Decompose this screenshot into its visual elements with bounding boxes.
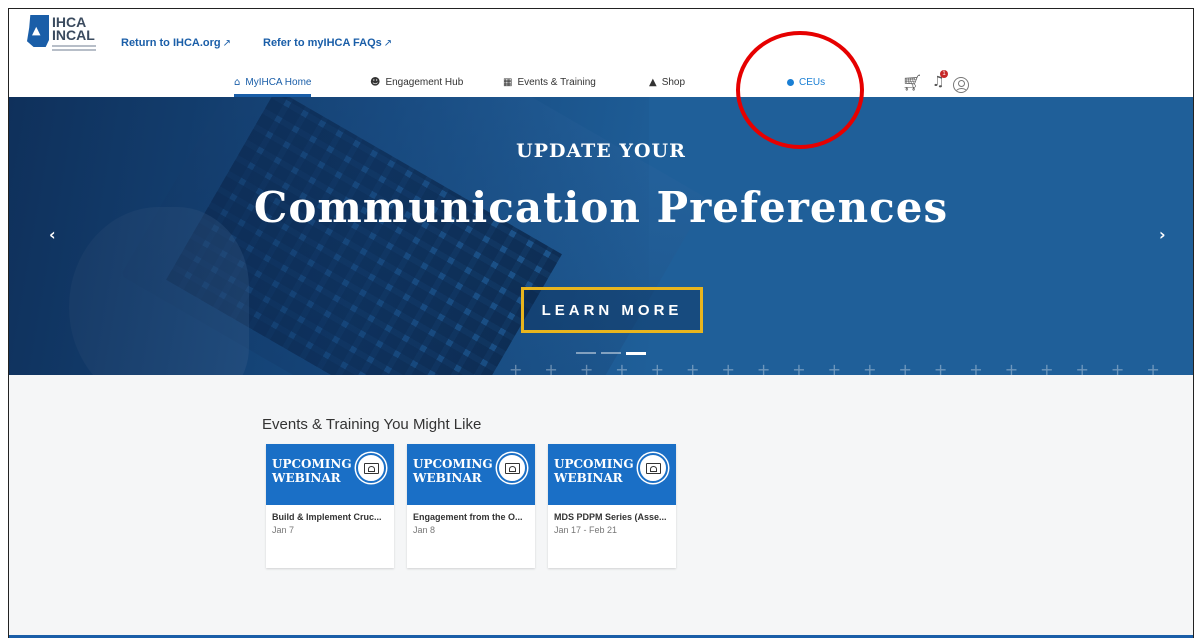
hero-subtitle: UPDATE YOUR (516, 140, 686, 162)
learn-more-button[interactable]: LEARN MORE (521, 287, 703, 333)
events-section: Events & Training You Might Like UPCOMIN… (9, 375, 1193, 638)
carousel-indicator[interactable] (601, 352, 621, 354)
nav-events-training[interactable]: ▦ Events & Training (503, 77, 596, 97)
account-button[interactable] (953, 77, 969, 93)
section-title: Events & Training You Might Like (262, 416, 482, 433)
nav-label: Shop (661, 77, 686, 88)
return-to-ihca-link[interactable]: Return to IHCA.org ↗ (121, 37, 231, 49)
nav-label: Events & Training (517, 77, 596, 88)
nav-label: Engagement Hub (385, 77, 464, 88)
webinar-banner: UPCOMING WEBINAR (266, 444, 394, 505)
banner-line-2: WEBINAR (413, 471, 482, 485)
user-avatar-icon (953, 77, 969, 93)
cart-icon[interactable]: 🛒︎ (902, 73, 922, 92)
logo-tagline (52, 45, 96, 53)
faqs-label: Refer to myIHCA FAQs (263, 37, 382, 49)
nav-label: MyIHCA Home (245, 77, 312, 88)
arrow-up-icon: ▲ (32, 24, 41, 37)
external-link-icon: ↗ (383, 38, 393, 49)
calendar-icon: ▦ (503, 77, 513, 88)
event-date: Jan 7 (272, 525, 295, 535)
banner-line-2: WEBINAR (554, 471, 623, 485)
home-icon: ⌂ (234, 77, 241, 88)
event-card[interactable]: UPCOMING WEBINAR MDS PDPM Series (Asse...… (548, 444, 676, 568)
notification-badge: 1 (940, 70, 948, 78)
webinar-monitor-icon (497, 453, 527, 483)
event-name: Engagement from the O... (413, 512, 523, 522)
browser-page: ▲ IHCA INCAL Return to IHCA.org ↗ Refer t… (8, 8, 1194, 638)
shopping-bag-icon: ▲ (649, 77, 657, 88)
hero-carousel: + + + + + + + + + + + + + + + + + + + UPDATE YOUR Communic… (9, 97, 1193, 375)
notifications-button[interactable]: ♫ 1 (932, 70, 948, 90)
event-name: Build & Implement Cruc... (272, 512, 382, 522)
return-to-ihca-label: Return to IHCA.org (121, 37, 221, 49)
webinar-banner: UPCOMING WEBINAR (548, 444, 676, 505)
carousel-next-chevron-icon[interactable]: › (1159, 225, 1166, 244)
nav-myihca-home[interactable]: ⌂ MyIHCA Home (234, 77, 312, 97)
footer-bar (9, 635, 1193, 638)
event-name: MDS PDPM Series (Asse... (554, 512, 667, 522)
decorative-plus-pattern: + + + + + + + + + + + + + + + + + + + (509, 360, 1160, 375)
hero-title: Communication Preferences (253, 183, 949, 232)
faqs-link[interactable]: Refer to myIHCA FAQs ↗ (263, 37, 392, 49)
nav-engagement-hub[interactable]: ☻ Engagement Hub (370, 77, 463, 97)
event-date: Jan 8 (413, 525, 436, 535)
webinar-banner: UPCOMING WEBINAR (407, 444, 535, 505)
logo-line-2: INCAL (52, 27, 95, 43)
banner-line-1: UPCOMING (554, 457, 634, 471)
event-card[interactable]: UPCOMING WEBINAR Build & Implement Cruc..… (266, 444, 394, 568)
banner-line-1: UPCOMING (272, 457, 352, 471)
red-annotation-circle (736, 31, 864, 149)
webinar-monitor-icon (638, 453, 668, 483)
external-link-icon: ↗ (222, 38, 231, 49)
carousel-indicator[interactable] (576, 352, 596, 354)
carousel-indicators (576, 352, 646, 355)
users-icon: ☻ (370, 77, 381, 88)
carousel-prev-chevron-icon[interactable]: ‹ (49, 225, 56, 244)
webinar-monitor-icon (356, 453, 386, 483)
ihca-incal-logo[interactable]: ▲ IHCA INCAL (27, 15, 99, 67)
site-header: ▲ IHCA INCAL Return to IHCA.org ↗ Refer t… (9, 9, 1193, 97)
event-date: Jan 17 - Feb 21 (554, 525, 618, 535)
banner-line-1: UPCOMING (413, 457, 493, 471)
event-card[interactable]: UPCOMING WEBINAR Engagement from the O...… (407, 444, 535, 568)
nav-shop[interactable]: ▲ Shop (649, 77, 685, 97)
hero-background-image: + + + + + + + + + + + + + + + + + + + (9, 97, 1193, 375)
carousel-indicator-active[interactable] (626, 352, 646, 355)
banner-line-2: WEBINAR (272, 471, 341, 485)
